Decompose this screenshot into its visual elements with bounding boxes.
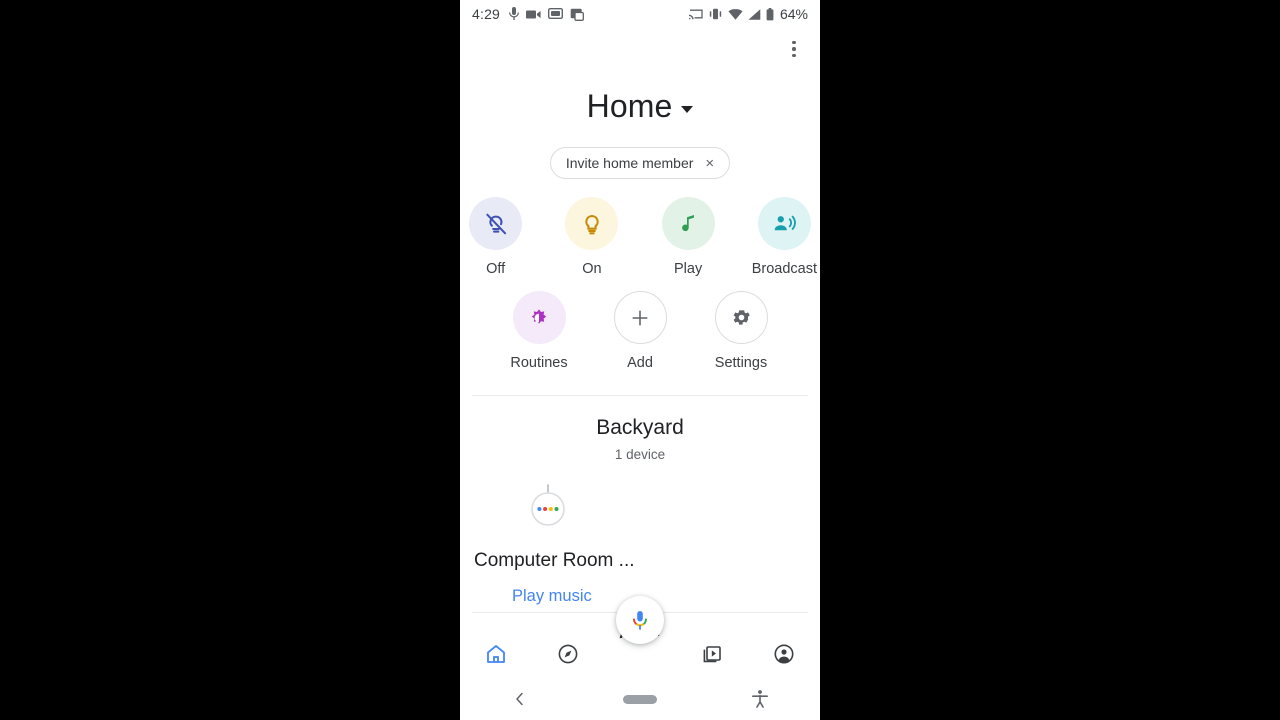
invite-chip-row: Invite home member × — [460, 147, 820, 179]
cellular-signal-icon — [748, 8, 761, 20]
home-pill-icon — [623, 694, 657, 704]
home-selector[interactable]: Home — [460, 88, 820, 125]
quick-action-label: Add — [627, 355, 653, 371]
device-card[interactable]: Computer Room ... Play music — [460, 482, 820, 606]
system-home-button[interactable] — [580, 694, 700, 704]
screen: 4:29 64% Home Invite home member × Off O… — [0, 0, 1280, 720]
quick-action-label: Settings — [714, 355, 768, 371]
status-bar: 4:29 64% — [460, 0, 820, 28]
phone-viewport: 4:29 64% Home Invite home member × Off O… — [460, 0, 820, 720]
quick-action-play[interactable]: Play — [653, 197, 724, 277]
plus-icon — [613, 291, 667, 344]
nav-home[interactable] — [460, 642, 532, 666]
music-note-icon — [661, 197, 715, 250]
quick-action-label: Play — [674, 261, 703, 277]
back-chevron-icon — [516, 692, 523, 706]
screen-record-icon — [548, 8, 564, 20]
nav-account[interactable] — [748, 642, 820, 666]
nav-explore[interactable] — [532, 642, 604, 666]
system-accessibility-button[interactable] — [700, 689, 820, 709]
home-icon — [487, 645, 505, 663]
room-device-count: 1 device — [614, 447, 666, 462]
routines-brightness-icon — [512, 291, 566, 344]
invite-home-member-chip[interactable]: Invite home member × — [549, 147, 731, 179]
close-icon[interactable]: × — [705, 156, 714, 171]
cast-icon — [688, 8, 703, 20]
quick-action-routines[interactable]: Routines — [501, 291, 578, 371]
quick-action-label: On — [582, 261, 602, 277]
accessibility-icon — [752, 690, 768, 708]
compass-icon — [558, 644, 578, 664]
quick-action-add[interactable]: Add — [602, 291, 679, 371]
assistant-mic-fab[interactable] — [616, 596, 664, 644]
quick-action-label: Routines — [510, 355, 568, 371]
screenshot-icon — [570, 8, 585, 21]
quick-action-off[interactable]: Off — [460, 197, 531, 277]
wifi-icon — [728, 8, 743, 20]
section-divider — [472, 395, 808, 396]
quick-actions-row-2: Routines Add Settings — [460, 291, 820, 371]
google-assistant-speaker-icon — [524, 482, 572, 530]
page-title: Home — [586, 88, 673, 124]
person-speaking-icon — [757, 197, 811, 250]
media-library-icon — [703, 646, 721, 663]
battery-percent: 64% — [779, 6, 808, 22]
chevron-down-icon — [681, 105, 694, 113]
device-play-music-link[interactable]: Play music — [512, 587, 820, 606]
vibrate-icon — [708, 8, 723, 20]
quick-action-label: Off — [486, 261, 506, 277]
dot — [792, 40, 796, 45]
video-camera-icon — [526, 9, 541, 20]
system-back-button[interactable] — [460, 690, 580, 708]
status-clock: 4:29 — [472, 6, 501, 22]
nav-media[interactable] — [676, 642, 748, 666]
invite-chip-label: Invite home member — [565, 155, 694, 171]
quick-action-broadcast[interactable]: Broadcast — [749, 197, 820, 277]
status-left-icons — [509, 7, 585, 21]
android-system-nav — [460, 678, 820, 720]
quick-actions-row-1: Off On Play Broadcast — [460, 197, 820, 277]
status-right-icons: 64% — [688, 6, 808, 22]
google-assistant-mic-icon — [633, 611, 647, 630]
device-name: Computer Room ... — [474, 550, 635, 571]
dot — [792, 53, 796, 58]
mic-muted-icon — [509, 7, 520, 21]
room-title: Backyard — [596, 416, 684, 439]
account-circle-icon — [774, 644, 794, 664]
quick-action-settings[interactable]: Settings — [703, 291, 780, 371]
more-options-icon[interactable] — [781, 36, 807, 62]
lightbulb-off-icon — [469, 197, 523, 250]
dot — [792, 47, 796, 51]
quick-action-on[interactable]: On — [556, 197, 627, 277]
gear-icon — [714, 291, 768, 344]
battery-icon — [766, 7, 774, 21]
lightbulb-on-icon — [565, 197, 619, 250]
quick-action-label: Broadcast — [751, 261, 818, 277]
